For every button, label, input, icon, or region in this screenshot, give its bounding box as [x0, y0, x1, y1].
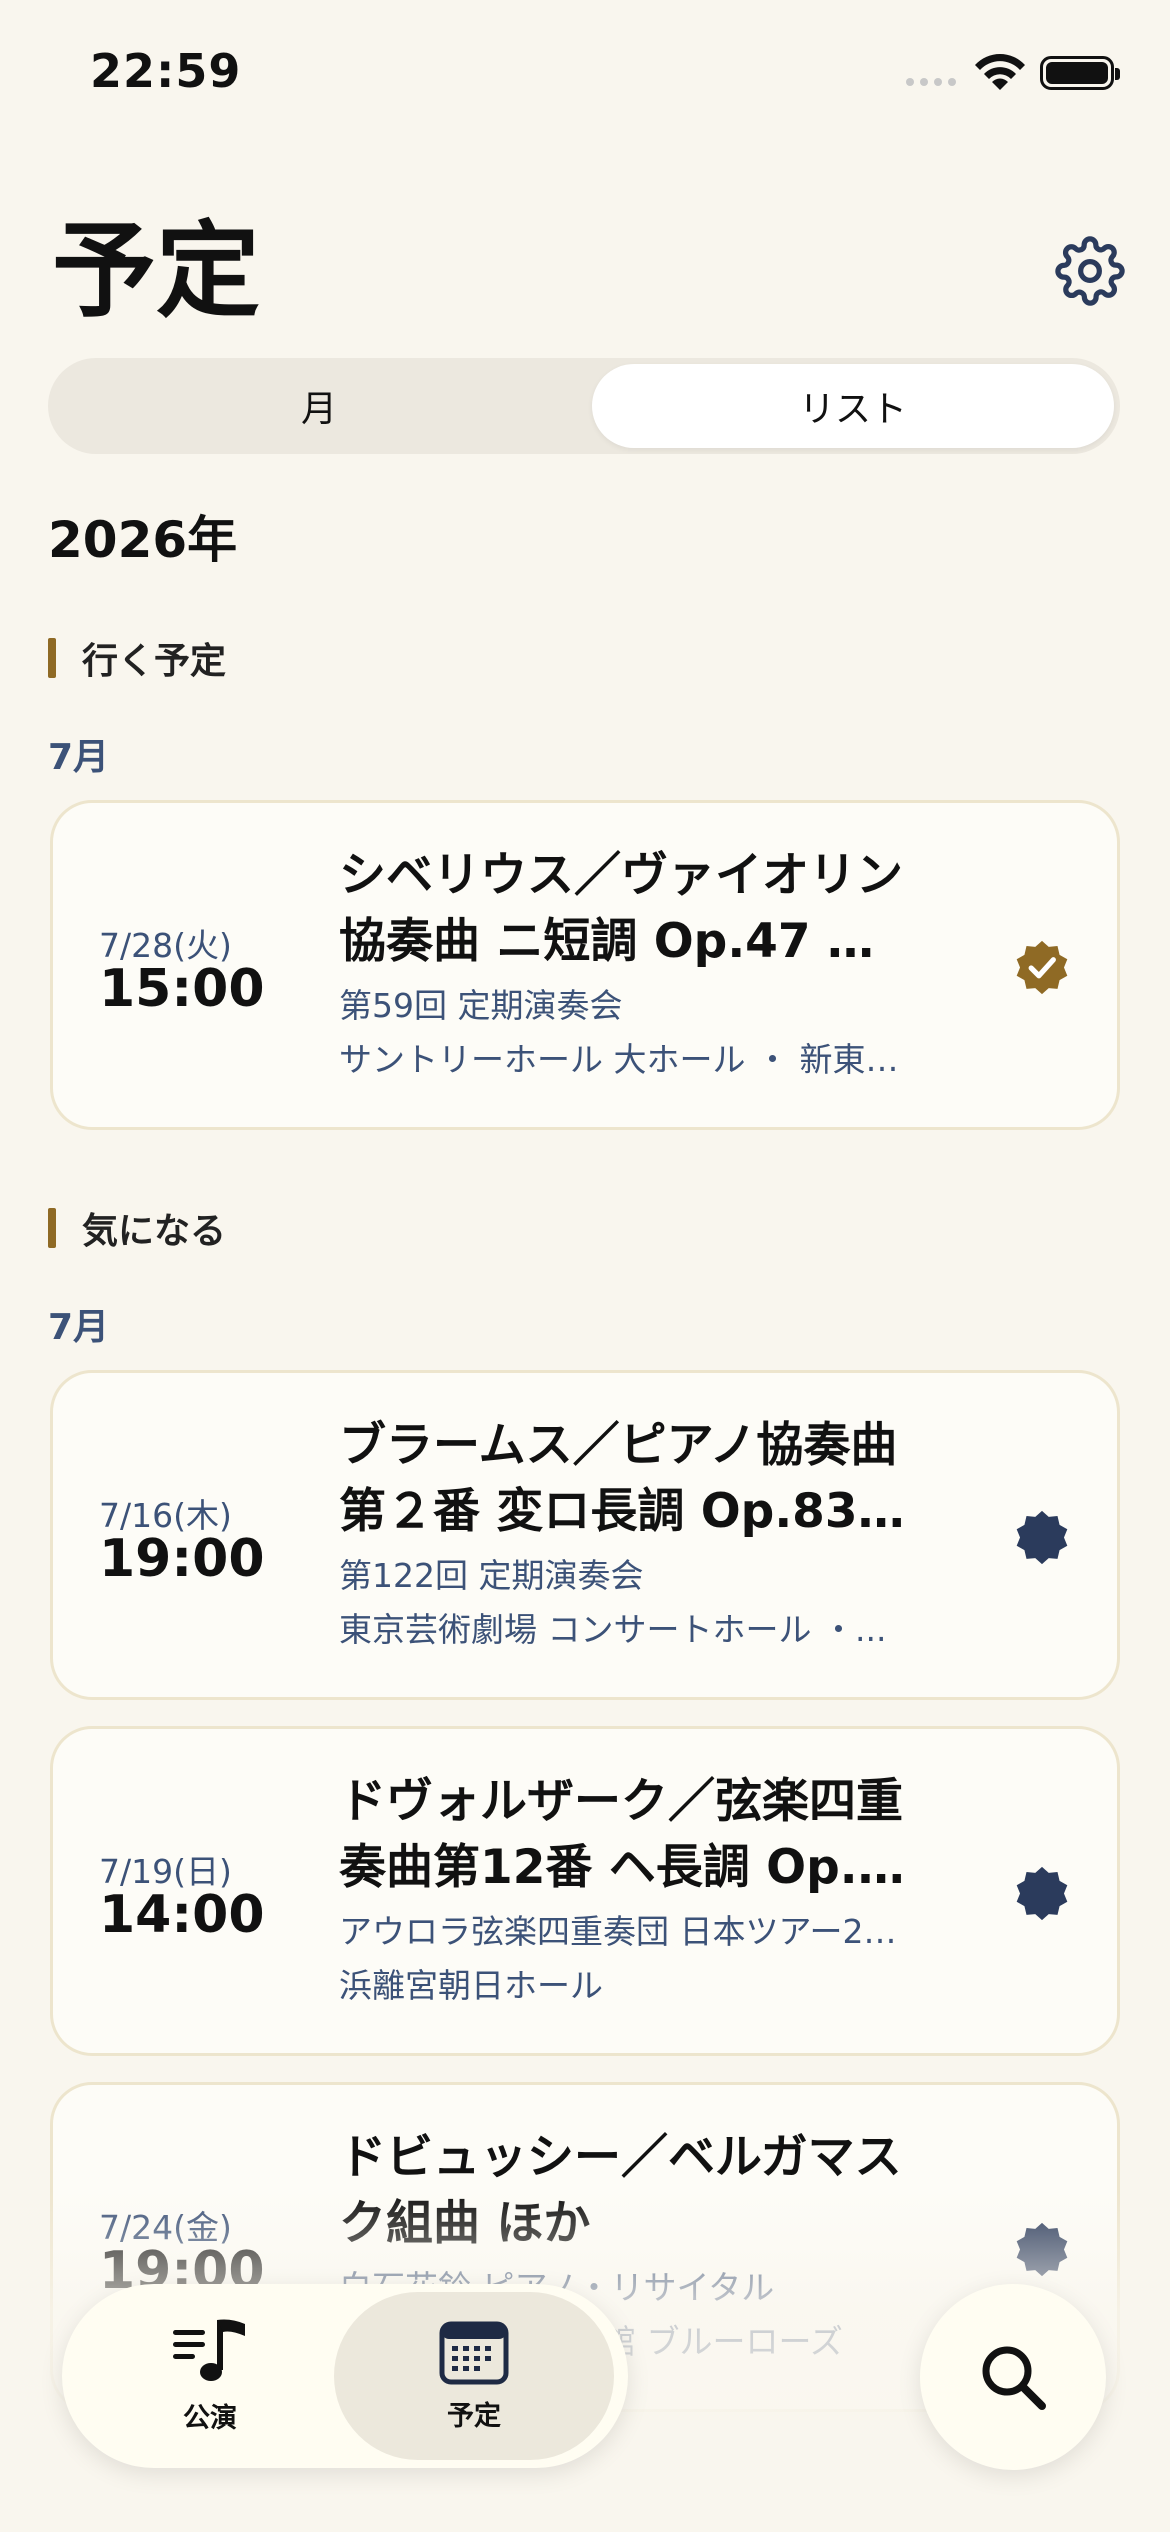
event-title: ブラームス／ピアノ協奏曲 第２番 変ロ長調 Op.83… — [339, 1413, 919, 1545]
tab-label: 公演 — [183, 2402, 237, 2434]
event-time: 14:00 — [99, 1885, 265, 1945]
event-time: 15:00 — [99, 959, 265, 1019]
month-label: 7月 — [48, 737, 110, 778]
event-card[interactable]: 7/28(火) 15:00 シベリウス／ヴァイオリン 協奏曲 ニ短調 Op.47… — [50, 800, 1120, 1130]
search-icon — [982, 2346, 1046, 2410]
month-label: 7月 — [48, 1307, 110, 1348]
event-venue: 浜離宮朝日ホール — [339, 1966, 603, 2005]
event-series: アウロラ弦楽四重奏団 日本ツアー2… — [339, 1912, 897, 1951]
search-button[interactable] — [920, 2284, 1106, 2470]
event-venue: 東京芸術劇場 コンサートホール ・... — [339, 1610, 887, 1649]
status-time: 22:59 — [90, 44, 242, 98]
section-label: 気になる — [82, 1211, 227, 1252]
page-title: 予定 — [52, 209, 261, 332]
check-badge-icon[interactable] — [1011, 937, 1073, 999]
event-title: ドヴォルザーク／弦楽四重 奏曲第12番 ヘ長調 Op.… — [339, 1769, 919, 1901]
event-title: シベリウス／ヴァイオリン 協奏曲 ニ短調 Op.47 ほか — [339, 843, 919, 975]
calendar-icon — [439, 2321, 509, 2384]
event-title-line: シベリウス／ヴァイオリン — [339, 848, 903, 903]
interested-badge-icon[interactable] — [1011, 2219, 1073, 2281]
view-switcher: 月 リスト — [48, 358, 1120, 454]
tab-bar: 公演 予定 — [62, 2284, 628, 2468]
event-time: 19:00 — [99, 1529, 265, 1589]
section-header-going: 行く予定 — [48, 632, 226, 684]
interested-badge-icon[interactable] — [1011, 1863, 1073, 1925]
music-list-icon — [173, 2319, 245, 2381]
year-heading: 2026年 — [48, 511, 238, 569]
tab-month[interactable]: 月 — [54, 364, 584, 448]
section-header-interested: 気になる — [48, 1202, 226, 1254]
event-title-line: 奏曲第12番 ヘ長調 Op.… — [339, 1840, 905, 1895]
event-venue: サントリーホール 大ホール ・ 新東… — [339, 1040, 899, 1079]
event-series: 第122回 定期演奏会 — [339, 1556, 644, 1595]
event-title-line: ク組曲 ほか — [339, 2196, 591, 2251]
event-title: ドビュッシー／ベルガマス ク組曲 ほか — [339, 2125, 919, 2257]
event-title-line: 協奏曲 ニ短調 Op.47 ほか — [339, 914, 919, 969]
tab-schedule[interactable]: 予定 — [334, 2292, 614, 2460]
battery-icon — [1040, 56, 1120, 90]
status-bar: 22:59 — [0, 0, 1170, 150]
cellular-signal-icon — [906, 78, 956, 86]
tab-label: 予定 — [447, 2400, 501, 2432]
event-title-line: ドヴォルザーク／弦楽四重 — [339, 1774, 903, 1829]
event-title-line: 第２番 変ロ長調 Op.83… — [339, 1484, 905, 1539]
tab-performances[interactable]: 公演 — [70, 2292, 350, 2460]
event-card[interactable]: 7/16(木) 19:00 ブラームス／ピアノ協奏曲 第２番 変ロ長調 Op.8… — [50, 1370, 1120, 1700]
section-label: 行く予定 — [82, 641, 227, 682]
interested-badge-icon[interactable] — [1011, 1507, 1073, 1569]
tab-list[interactable]: リスト — [592, 364, 1114, 448]
section-accent-bar — [48, 638, 56, 678]
event-series: 第59回 定期演奏会 — [339, 986, 623, 1025]
event-card[interactable]: 7/19(日) 14:00 ドヴォルザーク／弦楽四重 奏曲第12番 ヘ長調 Op… — [50, 1726, 1120, 2056]
wifi-icon — [975, 54, 1025, 90]
gear-icon[interactable] — [1055, 236, 1125, 306]
section-accent-bar — [48, 1208, 56, 1248]
event-title-line: ブラームス／ピアノ協奏曲 — [339, 1418, 898, 1473]
event-title-line: ドビュッシー／ベルガマス — [339, 2130, 902, 2185]
